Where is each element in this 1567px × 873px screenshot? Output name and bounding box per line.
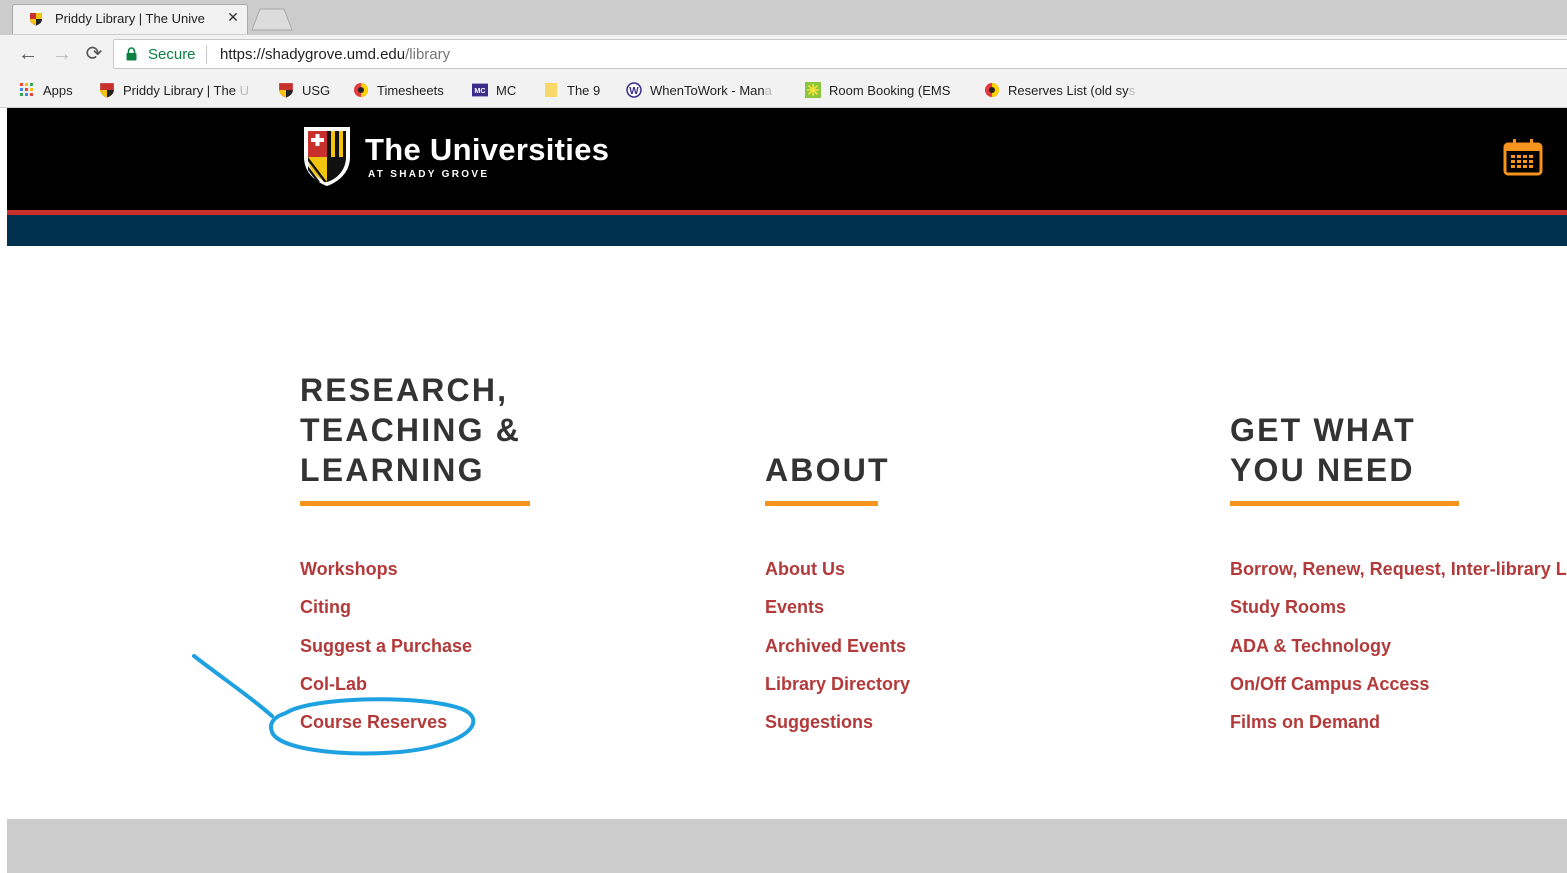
bookmark-label: The 9 (567, 83, 601, 98)
forward-arrow-icon[interactable]: → (50, 42, 74, 66)
url-text: https://shadygrove.umd.edu/library (220, 46, 450, 63)
tab-title: Priddy Library | The Unive (55, 11, 205, 26)
calendar-icon[interactable] (1503, 138, 1543, 176)
link-archived-events[interactable]: Archived Events (765, 636, 910, 674)
url-host: https://shadygrove.umd.edu (220, 46, 406, 63)
usg-shield-logo[interactable] (301, 124, 353, 188)
heading-orange-rule (1230, 501, 1459, 506)
heading-orange-rule (765, 501, 878, 506)
umd-globe-icon (985, 83, 999, 97)
link-study-rooms[interactable]: Study Rooms (1230, 597, 1567, 635)
link-list: Borrow, Renew, Request, Inter-library Lo… (1230, 559, 1567, 750)
usg-shield-icon (100, 83, 114, 98)
bookmark-apps[interactable]: Apps (19, 82, 73, 100)
link-library-directory[interactable]: Library Directory (765, 674, 910, 712)
link-col-lab[interactable]: Col-Lab (300, 674, 472, 712)
bookmark-label: Priddy Library | The (123, 83, 236, 98)
annotation-arrow-line (192, 654, 274, 718)
header-blue-band (7, 215, 1567, 246)
link-list: Workshops Citing Suggest a Purchase Col-… (300, 559, 472, 750)
bookmark-label: WhenToWork - Man (650, 83, 765, 98)
site-subtitle: AT SHADY GROVE (368, 169, 490, 180)
omnibox-divider (206, 45, 207, 64)
new-tab-button[interactable] (250, 7, 294, 31)
umd-globe-icon (354, 83, 368, 97)
column-heading-box: RESEARCH, TEACHING & LEARNING (300, 368, 740, 490)
bookmark-label-fade: s (1128, 83, 1136, 98)
usg-shield-icon (279, 83, 293, 98)
footer-band (7, 819, 1567, 873)
address-bar-row: ← → ⟳ Secure https://shadygrove.umd.edu/… (0, 35, 1567, 73)
heading-line: RESEARCH, (300, 372, 509, 408)
link-suggest-a-purchase[interactable]: Suggest a Purchase (300, 636, 472, 674)
bookmark-label: Reserves List (old sy (1008, 83, 1129, 98)
column-heading: GET WHAT YOU NEED (1230, 410, 1416, 490)
heading-line: LEARNING (300, 452, 485, 488)
url-path: /library (405, 46, 451, 63)
browser-tab-strip: Priddy Library | The Unive ✕ (0, 0, 1567, 35)
heading-line: GET WHAT (1230, 412, 1416, 448)
link-about-us[interactable]: About Us (765, 559, 910, 597)
column-heading: RESEARCH, TEACHING & LEARNING (300, 370, 521, 490)
link-course-reserves[interactable]: Course Reserves (300, 712, 472, 750)
link-list: About Us Events Archived Events Library … (765, 559, 910, 750)
heading-line: YOU NEED (1230, 452, 1415, 488)
site-title[interactable]: The Universities (365, 132, 609, 168)
bookmark-reserves-list[interactable]: Reserves List (old sys (984, 82, 1135, 100)
bookmark-room-booking[interactable]: Room Booking (EMS (805, 82, 950, 100)
bookmark-label: Timesheets (377, 83, 444, 98)
apps-grid-icon (20, 83, 33, 96)
svg-text:MC: MC (474, 86, 485, 95)
heading-orange-rule (300, 501, 530, 506)
usg-shield-icon (30, 13, 42, 26)
column-heading-box: GET WHAT YOU NEED (1230, 368, 1567, 490)
folder-icon (545, 83, 557, 97)
link-suggestions[interactable]: Suggestions (765, 712, 910, 750)
lock-icon (126, 47, 137, 61)
link-films-on-demand[interactable]: Films on Demand (1230, 712, 1567, 750)
bookmark-timesheets[interactable]: Timesheets (353, 82, 444, 100)
bookmark-whentowork[interactable]: W WhenToWork - Mana (626, 82, 772, 100)
link-events[interactable]: Events (765, 597, 910, 635)
link-ada-technology[interactable]: ADA & Technology (1230, 636, 1567, 674)
link-citing[interactable]: Citing (300, 597, 472, 635)
column-heading-box: ABOUT (765, 368, 1205, 490)
bookmark-label: Apps (43, 83, 73, 98)
bookmark-label-fade: U (235, 83, 249, 98)
column-get-what-you-need: GET WHAT YOU NEED Borrow, Renew, Request… (1230, 368, 1567, 768)
column-heading: ABOUT (765, 450, 890, 490)
bookmark-priddy-library[interactable]: Priddy Library | The U (99, 82, 249, 100)
svg-text:W: W (629, 86, 639, 97)
close-tab-icon[interactable]: ✕ (225, 9, 241, 25)
link-borrow-renew-request[interactable]: Borrow, Renew, Request, Inter-library Lo… (1230, 559, 1567, 597)
ems-icon (805, 82, 821, 98)
bookmark-label: USG (302, 83, 331, 98)
link-workshops[interactable]: Workshops (300, 559, 472, 597)
bookmark-mc[interactable]: MC MC (472, 82, 516, 100)
whentowork-icon: W (626, 82, 642, 98)
back-arrow-icon[interactable]: ← (16, 42, 40, 66)
bookmark-label-fade: a (764, 83, 772, 98)
browser-tab[interactable]: Priddy Library | The Unive ✕ (12, 4, 248, 34)
heading-line: ABOUT (765, 452, 890, 488)
heading-line: TEACHING & (300, 412, 522, 448)
bookmark-usg[interactable]: USG (278, 82, 330, 100)
url-input[interactable]: Secure https://shadygrove.umd.edu/librar… (113, 39, 1567, 69)
bookmarks-bar: Apps Priddy Library | The U USG Timeshee… (0, 73, 1567, 108)
bookmark-the-9[interactable]: The 9 (543, 82, 600, 100)
site-header: The Universities AT SHADY GROVE (7, 108, 1567, 210)
bookmark-label: Room Booking (EMS (829, 83, 951, 98)
reload-icon[interactable]: ⟳ (82, 42, 106, 66)
secure-label: Secure (148, 46, 196, 63)
mc-logo-icon: MC (472, 83, 488, 97)
link-on-off-campus-access[interactable]: On/Off Campus Access (1230, 674, 1567, 712)
bookmark-label: MC (496, 83, 517, 98)
